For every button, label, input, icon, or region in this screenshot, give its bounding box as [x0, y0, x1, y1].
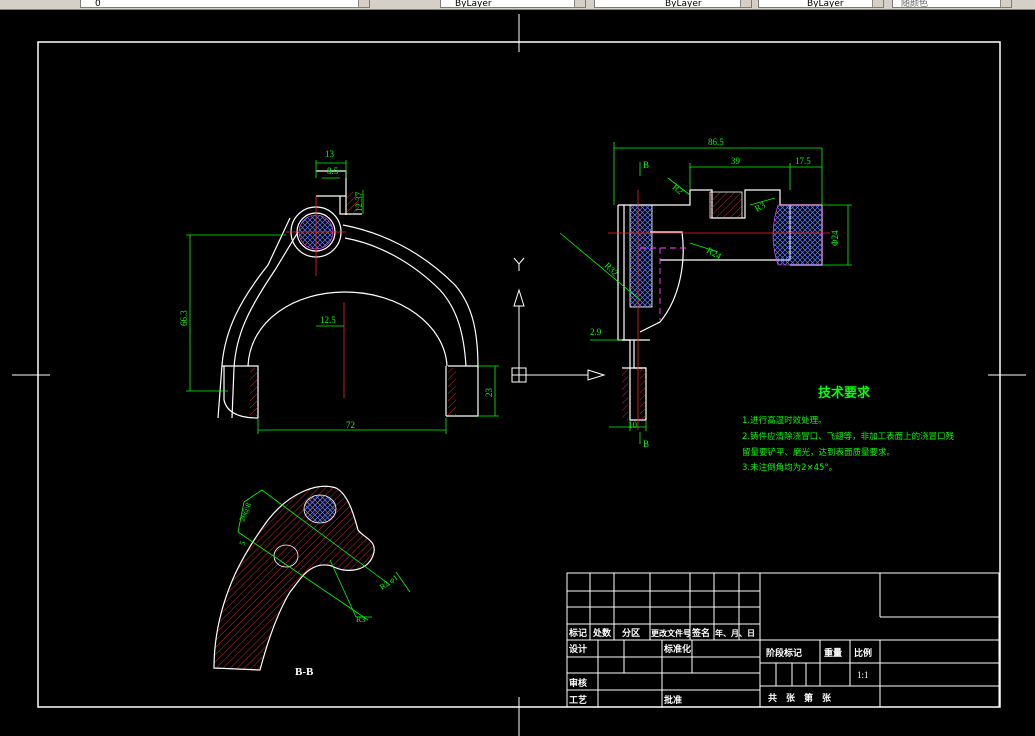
- dim-8-5: 8.5: [327, 166, 339, 176]
- tb-scale-value: 1:1: [857, 670, 869, 680]
- section-dim-a: 20@8: [238, 501, 254, 522]
- section-view-bb: 20@8 5 R2 φ1 R3 B-B: [213, 485, 411, 678]
- tech-req-line-3: 留量要铲平、磨光，达到表面质量要求。: [742, 447, 895, 458]
- section-bb-title: B-B: [295, 666, 314, 678]
- dim-86-5: 86.5: [708, 137, 724, 147]
- chevron-down-icon: [872, 0, 883, 7]
- dim-23: 23: [484, 388, 494, 398]
- radius-r3: R3: [753, 200, 768, 214]
- tech-req-line-1: 1.进行高温时效处理。: [742, 415, 827, 426]
- dim-10: 10: [628, 420, 638, 430]
- tb-review: 审核: [569, 677, 587, 689]
- section-dim-b: 5: [238, 540, 248, 547]
- radius-r24: R24: [705, 245, 723, 261]
- tech-req-line-2: 2.铸件应清除浇冒口、飞翅等，非加工表面上的浇冒口残: [742, 431, 955, 442]
- linetype-dropdown[interactable]: ByLayer: [594, 0, 752, 8]
- layer-value: 0: [95, 0, 101, 8]
- dim-12-37: 12.37: [354, 191, 364, 212]
- plotstyle-value: 随颜色: [901, 0, 929, 8]
- tb-doc-no: 更改文件号: [651, 628, 691, 638]
- chevron-down-icon: [740, 0, 751, 7]
- layer-previous-icon[interactable]: [400, 0, 412, 9]
- section-dim-d: R3: [356, 615, 365, 624]
- section-b-top: B: [643, 160, 649, 170]
- dim-39: 39: [731, 156, 741, 166]
- tb-scale-label: 比例: [854, 647, 872, 659]
- tb-stage-mark: 阶段标记: [766, 647, 802, 659]
- section-b-bottom: B: [643, 439, 649, 449]
- ucs-icon: [511, 257, 606, 383]
- dim-phi24: Φ24: [830, 230, 840, 246]
- properties-toolbar: 0 ByLayer ByLayer ByLayer 随颜色: [0, 0, 1035, 10]
- dim-66-3: 66.3: [179, 310, 189, 326]
- tb-date: 年、月、日: [715, 628, 755, 638]
- tb-standardize: 标准化: [663, 643, 691, 655]
- dim-72: 72: [346, 420, 355, 430]
- tb-zone: 分区: [622, 627, 640, 639]
- dim-17-5: 17.5: [795, 156, 811, 166]
- tb-process: 工艺: [569, 694, 587, 706]
- side-view: 86.5 39 17.5 Φ24 2.9 10 B B R2 R3 R24 R3…: [559, 137, 852, 449]
- tb-signature: 签名: [691, 627, 710, 639]
- chevron-down-icon: [1000, 0, 1011, 7]
- tb-sheets: 共 张 第 张: [768, 692, 832, 704]
- layer-dropdown[interactable]: 0: [80, 0, 370, 8]
- technical-requirements: 技术要求 1.进行高温时效处理。 2.铸件应清除浇冒口、飞翅等，非加工表面上的浇…: [742, 385, 955, 473]
- linetype-value: ByLayer: [665, 0, 702, 8]
- title-block: 标记 处数 分区 更改文件号 签名 年、月、日 设计 标准化 阶段标记 重量 比…: [566, 572, 1000, 708]
- layer-state-icon[interactable]: [54, 0, 66, 9]
- tb-count: 处数: [592, 627, 612, 639]
- tech-req-title: 技术要求: [818, 385, 871, 401]
- lineweight-dropdown[interactable]: ByLayer: [758, 0, 884, 8]
- front-view: 13 8.5 12.37 66.3 12.5 72 23: [179, 149, 499, 434]
- tb-approve: 批准: [664, 694, 682, 706]
- section-dim-c: R2 φ1: [378, 573, 400, 592]
- tb-mark: 标记: [568, 627, 587, 639]
- plotstyle-dropdown[interactable]: 随颜色: [892, 0, 1012, 8]
- color-value: ByLayer: [455, 0, 492, 8]
- tb-weight: 重量: [824, 647, 842, 659]
- lineweight-value: ByLayer: [807, 0, 844, 8]
- dim-12-5: 12.5: [320, 315, 336, 325]
- chevron-down-icon: [574, 0, 585, 7]
- tech-req-line-4: 3.未注倒角均为2×45°。: [742, 462, 837, 473]
- chevron-down-icon: [358, 0, 369, 7]
- tb-design: 设计: [569, 643, 587, 655]
- dim-2-9: 2.9: [590, 327, 602, 337]
- make-current-icon[interactable]: [378, 0, 390, 9]
- dim-13: 13: [325, 149, 335, 159]
- radius-r2: R2: [671, 182, 685, 196]
- drawing-canvas[interactable]: 13 8.5 12.37 66.3 12.5 72 23 Y: [0, 10, 1035, 736]
- layer-manager-icon[interactable]: [4, 0, 16, 9]
- color-dropdown[interactable]: ByLayer: [440, 0, 586, 8]
